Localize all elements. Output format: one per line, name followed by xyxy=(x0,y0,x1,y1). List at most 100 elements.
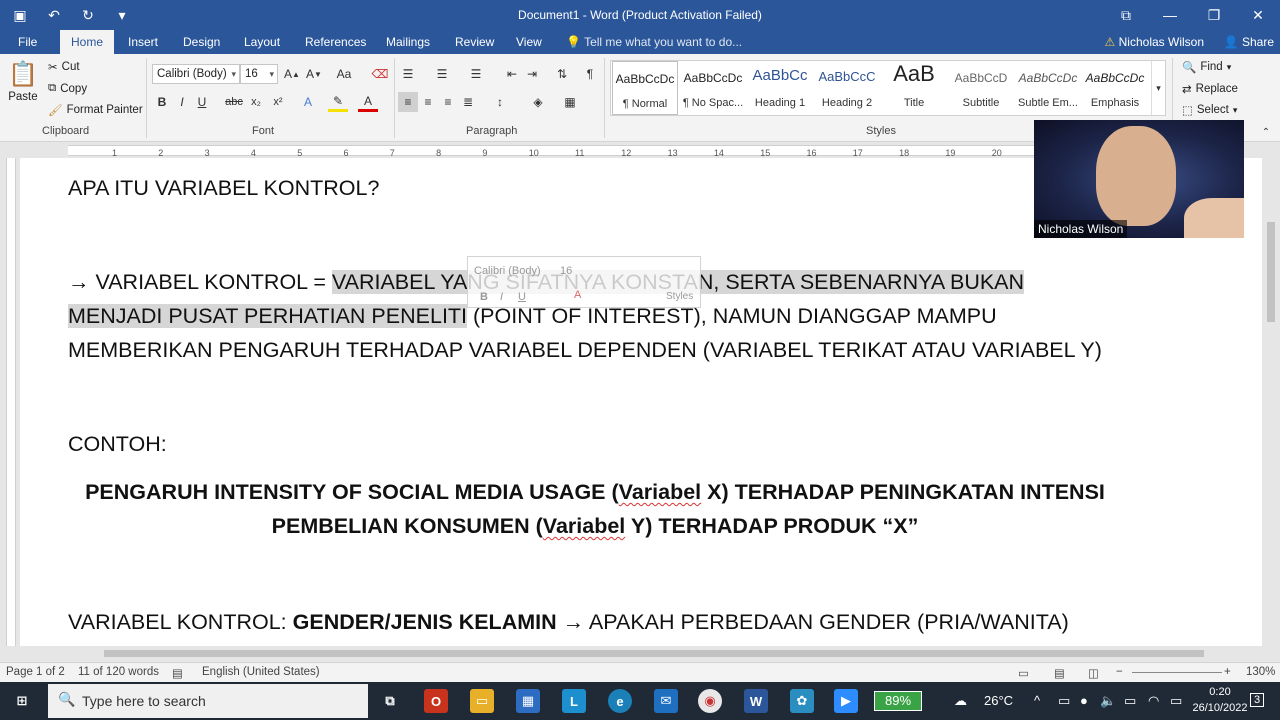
clear-formatting-icon[interactable]: ⌫ xyxy=(370,64,390,84)
network-icon[interactable]: ▭ xyxy=(1170,693,1182,709)
font-color-icon[interactable]: A xyxy=(358,92,378,112)
italic-icon[interactable]: I xyxy=(172,92,192,112)
numbering-icon[interactable]: ☰ xyxy=(432,64,452,84)
style-emphasis[interactable]: AaBbCcDc Emphasis xyxy=(1082,61,1148,115)
increase-indent-icon[interactable]: ⇥ xyxy=(522,64,542,84)
zoom-in-icon[interactable]: + xyxy=(1224,666,1231,678)
meet-now-icon[interactable]: ▭ xyxy=(1058,693,1070,709)
zoom-slider[interactable] xyxy=(1132,672,1222,673)
style-heading-1[interactable]: AaBbCc Heading 1 xyxy=(747,61,813,115)
collapse-ribbon-icon[interactable]: ⌃ xyxy=(1256,122,1276,142)
cut-button[interactable]: ✂ Cut xyxy=(48,60,80,74)
tab-review[interactable]: Review xyxy=(447,30,502,54)
mini-italic-icon[interactable]: I xyxy=(500,291,503,303)
print-layout-icon[interactable]: ▤ xyxy=(1054,666,1065,680)
shrink-font-icon[interactable]: A ▼ xyxy=(304,64,324,84)
tab-mailings[interactable]: Mailings xyxy=(378,30,438,54)
word-count[interactable]: 11 of 120 words xyxy=(78,666,159,678)
file-explorer-icon[interactable]: ▭ xyxy=(470,689,494,713)
vertical-ruler[interactable] xyxy=(0,158,20,646)
find-button[interactable]: 🔍 Find ▾ xyxy=(1182,60,1231,74)
tab-insert[interactable]: Insert xyxy=(120,30,166,54)
bold-icon[interactable]: B xyxy=(152,92,172,112)
mini-toolbar[interactable]: Calibri (Body) 16 B I U A Styles xyxy=(467,256,701,308)
keyboard-icon[interactable]: ▭ xyxy=(1124,693,1136,709)
line-spacing-icon[interactable]: ↕ xyxy=(490,92,510,112)
style-subtle-emphasis[interactable]: AaBbCcDc Subtle Em... xyxy=(1015,61,1081,115)
align-center-icon[interactable]: ≡ xyxy=(418,92,438,112)
tab-design[interactable]: Design xyxy=(175,30,228,54)
subscript-icon[interactable]: x₂ xyxy=(246,92,266,112)
superscript-icon[interactable]: x² xyxy=(268,92,288,112)
task-view-icon[interactable]: ⧉ xyxy=(378,689,402,713)
horizontal-scroll-thumb[interactable] xyxy=(104,650,1204,657)
vertical-scroll-thumb[interactable] xyxy=(1267,222,1275,322)
tab-layout[interactable]: Layout xyxy=(236,30,288,54)
show-hidden-icons[interactable]: ^ xyxy=(1034,693,1040,708)
style-normal[interactable]: AaBbCcDc ¶ Normal xyxy=(612,61,678,115)
page-count[interactable]: Page 1 of 2 xyxy=(6,666,65,678)
mini-styles-label[interactable]: Styles xyxy=(666,291,693,302)
clock-date[interactable]: 26/10/2022 xyxy=(1190,702,1250,714)
close-button[interactable]: ✕ xyxy=(1236,0,1280,30)
word-icon[interactable]: W xyxy=(744,689,768,713)
pls-icon[interactable]: ✿ xyxy=(790,689,814,713)
mini-bold-icon[interactable]: B xyxy=(480,291,488,303)
vertical-scrollbar[interactable] xyxy=(1262,142,1280,646)
format-painter-button[interactable]: 🖌 Format Painter xyxy=(48,103,143,117)
antivirus-icon[interactable]: ● xyxy=(1080,693,1088,708)
change-case-icon[interactable]: Aa xyxy=(334,64,354,84)
styles-more-icon[interactable]: ▾ xyxy=(1151,61,1165,115)
read-mode-icon[interactable]: ▭ xyxy=(1018,666,1029,680)
align-right-icon[interactable]: ≡ xyxy=(438,92,458,112)
zoom-out-icon[interactable]: − xyxy=(1116,666,1123,678)
share-button[interactable]: 👤 Share xyxy=(1224,30,1274,54)
decrease-indent-icon[interactable]: ⇤ xyxy=(502,64,522,84)
sort-icon[interactable]: ⇅ xyxy=(552,64,572,84)
zoom-app-icon[interactable]: ▶ xyxy=(834,689,858,713)
align-left-icon[interactable]: ≡ xyxy=(398,92,418,112)
tab-file[interactable]: File xyxy=(10,30,45,54)
tab-references[interactable]: References xyxy=(297,30,374,54)
ribbon-display-options-icon[interactable]: ⧉ xyxy=(1104,0,1148,30)
volume-icon[interactable]: 🔈 xyxy=(1100,693,1116,709)
temperature[interactable]: 26°C xyxy=(984,693,1013,708)
office-icon[interactable]: O xyxy=(424,689,448,713)
style-heading-2[interactable]: AaBbCcC Heading 2 xyxy=(814,61,880,115)
tab-view[interactable]: View xyxy=(508,30,550,54)
copy-button[interactable]: ⧉ Copy xyxy=(48,82,87,95)
clock-time[interactable]: 0:20 xyxy=(1196,686,1244,698)
justify-icon[interactable]: ≣ xyxy=(458,92,478,112)
maximize-button[interactable]: ❐ xyxy=(1192,0,1236,30)
mini-underline-icon[interactable]: U xyxy=(518,291,526,303)
font-name-combo[interactable]: Calibri (Body) xyxy=(152,64,240,84)
battery-indicator[interactable]: 89% xyxy=(874,691,922,711)
show-formatting-icon[interactable]: ¶ xyxy=(580,64,600,84)
mini-font-color-icon[interactable]: A xyxy=(574,289,581,301)
mini-size-combo[interactable]: 16 xyxy=(560,265,572,277)
select-button[interactable]: ⬚ Select ▾ xyxy=(1182,103,1237,117)
mail-icon[interactable]: ✉ xyxy=(654,689,678,713)
bullets-icon[interactable]: ☰ xyxy=(398,64,418,84)
tab-home[interactable]: Home xyxy=(60,30,114,54)
grow-font-icon[interactable]: A ▲ xyxy=(282,64,302,84)
borders-icon[interactable]: ▦ xyxy=(560,92,580,112)
shading-icon[interactable]: ◈ xyxy=(528,92,548,112)
style-subtitle[interactable]: AaBbCcD Subtitle xyxy=(948,61,1014,115)
language[interactable]: English (United States) xyxy=(202,666,320,678)
strikethrough-icon[interactable]: abc xyxy=(224,92,244,112)
style-no-spacing[interactable]: AaBbCcDc ¶ No Spac... xyxy=(680,61,746,115)
text-effects-icon[interactable]: A xyxy=(298,92,318,112)
web-layout-icon[interactable]: ◫ xyxy=(1088,666,1099,680)
taskbar-search[interactable]: 🔍 Type here to search xyxy=(48,684,368,718)
underline-icon[interactable]: U xyxy=(192,92,212,112)
horizontal-scrollbar[interactable] xyxy=(0,646,1262,662)
tell-me-box[interactable]: 💡 Tell me what you want to do... xyxy=(566,30,742,54)
wifi-icon[interactable]: ◠ xyxy=(1148,693,1159,709)
chrome-icon[interactable]: ◉ xyxy=(698,689,722,713)
minimize-button[interactable]: — xyxy=(1148,0,1192,30)
font-size-combo[interactable]: 16 xyxy=(240,64,278,84)
replace-button[interactable]: ⇄ Replace xyxy=(1182,82,1238,96)
proofing-icon[interactable]: ▤ xyxy=(172,666,183,680)
windows-start-icon[interactable]: ⊞ xyxy=(10,689,34,713)
